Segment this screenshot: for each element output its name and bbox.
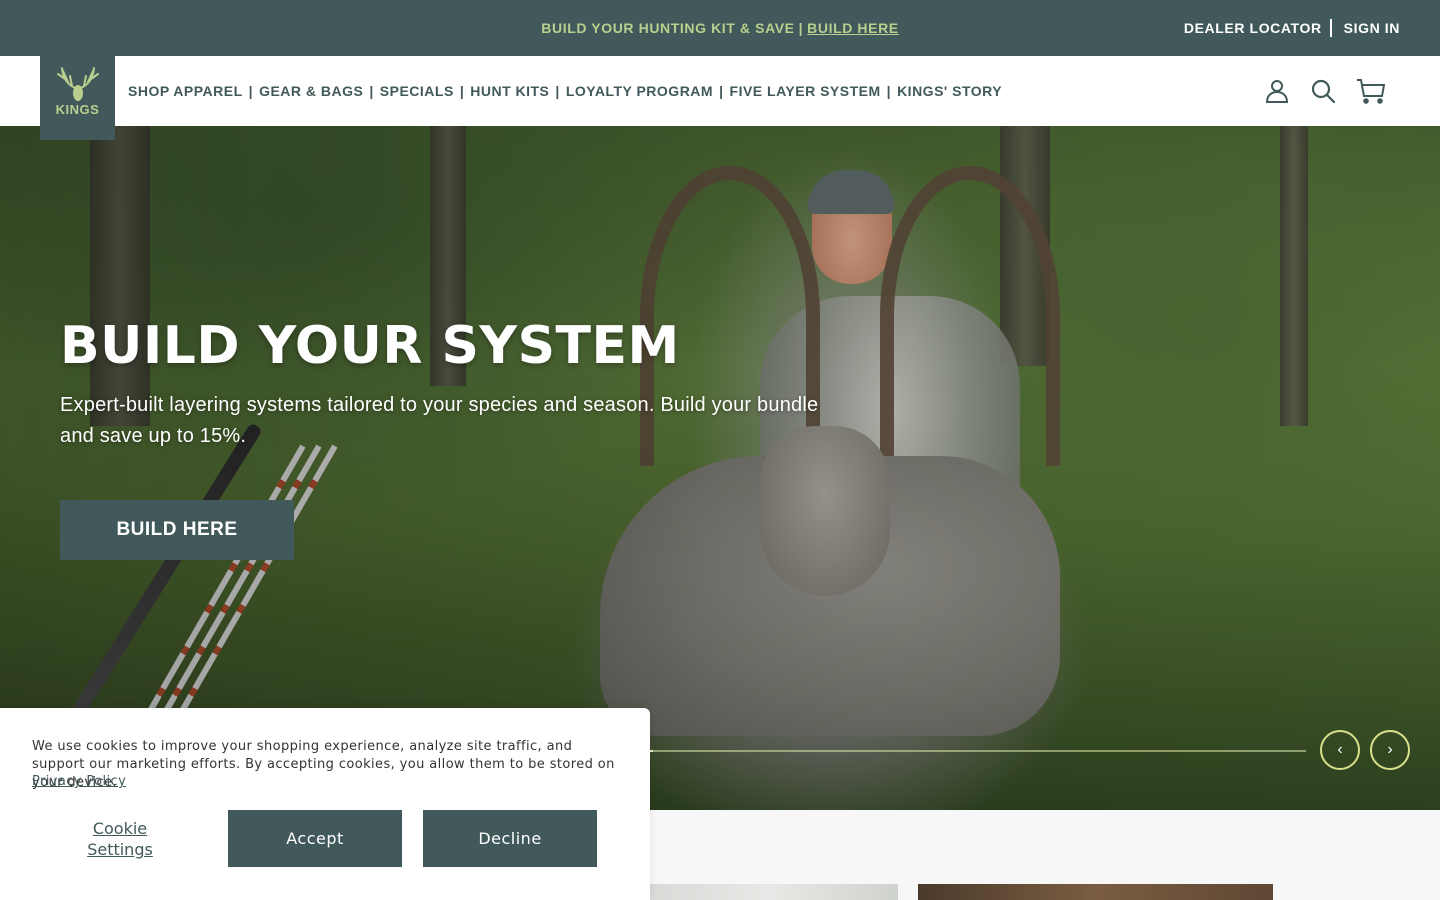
cookie-accept-button[interactable]: Accept (228, 810, 402, 867)
cookie-banner: We use cookies to improve your shopping … (0, 708, 650, 900)
nav-separator: | (555, 83, 560, 99)
main-nav: SHOP APPAREL | GEAR & BAGS | SPECIALS | … (128, 56, 1002, 126)
nav-kings-story[interactable]: KINGS' STORY (897, 83, 1002, 99)
nav-shop-apparel[interactable]: SHOP APPAREL (128, 83, 243, 99)
announcement-text: BUILD YOUR HUNTING KIT & SAVE (541, 20, 795, 36)
utility-divider (1329, 19, 1332, 37)
search-icon[interactable] (1310, 78, 1336, 104)
deer-antler-icon (56, 67, 99, 101)
announcement-bar: BUILD YOUR HUNTING KIT & SAVE | BUILD HE… (0, 0, 1440, 56)
slide-prev-button[interactable]: ‹ (1320, 730, 1360, 770)
announcement-separator: | (798, 20, 804, 36)
nav-five-layer-system[interactable]: FIVE LAYER SYSTEM (730, 83, 881, 99)
hero-build-button[interactable]: BUILD HERE (60, 500, 294, 560)
account-icon[interactable] (1264, 78, 1290, 104)
announcement-build-link[interactable]: BUILD HERE (807, 20, 899, 36)
sign-in-link[interactable]: SIGN IN (1344, 20, 1400, 36)
hero-title: BUILD YOUR SYSTEM (60, 316, 680, 376)
featured-image-1[interactable] (640, 884, 898, 900)
slide-next-button[interactable]: › (1370, 730, 1410, 770)
nav-loyalty-program[interactable]: LOYALTY PROGRAM (566, 83, 713, 99)
nav-separator: | (719, 83, 724, 99)
site-header: KINGS SHOP APPAREL | GEAR & BAGS | SPECI… (0, 56, 1440, 140)
cookie-decline-button[interactable]: Decline (423, 810, 597, 867)
chevron-left-icon: ‹ (1337, 741, 1343, 758)
hero-subtitle: Expert-built layering systems tailored t… (60, 394, 819, 447)
cart-icon[interactable] (1356, 78, 1386, 104)
header-icons (1264, 56, 1386, 126)
kings-logo[interactable]: KINGS (40, 56, 115, 140)
nav-separator: | (369, 83, 374, 99)
nav-gear-bags[interactable]: GEAR & BAGS (259, 83, 363, 99)
nav-separator: | (459, 83, 465, 99)
nav-specials[interactable]: SPECIALS (380, 83, 454, 99)
nav-separator: | (886, 83, 892, 99)
privacy-policy-link[interactable]: Privacy Policy (32, 774, 126, 789)
utility-links: DEALER LOCATOR SIGN IN (1184, 0, 1400, 56)
dealer-locator-link[interactable]: DEALER LOCATOR (1184, 20, 1322, 36)
logo-text: KINGS (55, 102, 100, 117)
featured-image-2[interactable] (918, 884, 1273, 900)
chevron-right-icon: › (1387, 741, 1393, 758)
nav-separator: | (248, 83, 254, 99)
nav-hunt-kits[interactable]: HUNT KITS (470, 83, 549, 99)
cookie-settings-link[interactable]: Cookie Settings (60, 818, 180, 860)
